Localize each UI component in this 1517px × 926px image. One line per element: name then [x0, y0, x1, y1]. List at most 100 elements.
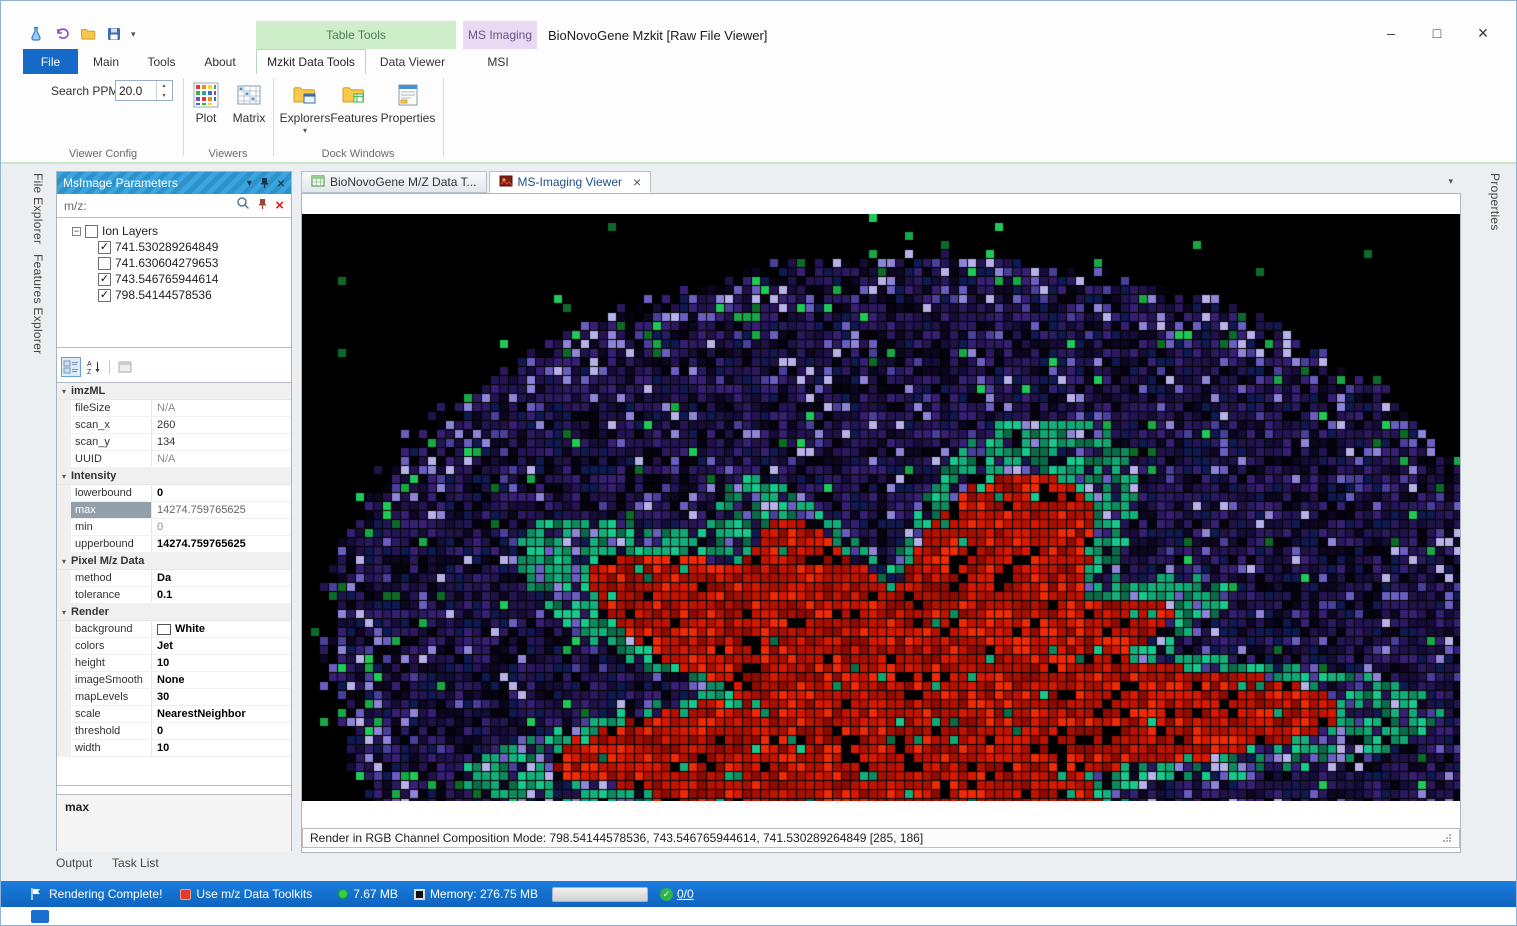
tab-overflow-icon[interactable]: ▾: [1448, 176, 1453, 187]
property-value[interactable]: 14274.759765625: [152, 536, 291, 552]
property-row[interactable]: methodDa: [57, 570, 291, 587]
matrix-button[interactable]: Matrix: [227, 82, 271, 125]
stepper-up-icon[interactable]: ▴: [157, 81, 171, 91]
collapse-icon[interactable]: ▾: [57, 472, 71, 481]
tab-ms-imaging-viewer[interactable]: MS-Imaging Viewer ×: [489, 171, 652, 193]
sidebar-tab-features-explorer[interactable]: Features Explorer: [31, 254, 45, 354]
property-value[interactable]: 0.1: [152, 587, 291, 603]
property-row[interactable]: fileSizeN/A: [57, 400, 291, 417]
qat-dropdown-icon[interactable]: ▾: [131, 29, 136, 40]
undo-icon[interactable]: [53, 26, 70, 43]
ion-layers-root-row[interactable]: − Ion Layers: [57, 223, 291, 239]
open-folder-icon[interactable]: [79, 26, 96, 43]
property-value[interactable]: 10: [152, 740, 291, 756]
property-category-row[interactable]: ▾Intensity: [57, 468, 291, 485]
ms-image-canvas[interactable]: [302, 214, 1460, 801]
property-value[interactable]: 134: [152, 434, 291, 450]
property-row[interactable]: threshold0: [57, 723, 291, 740]
pin-icon[interactable]: [259, 177, 270, 189]
property-row[interactable]: scaleNearestNeighbor: [57, 706, 291, 723]
property-row[interactable]: max14274.759765625: [57, 502, 291, 519]
property-category-row[interactable]: ▾Render: [57, 604, 291, 621]
property-value[interactable]: 0: [152, 723, 291, 739]
ion-layer-checkbox[interactable]: ✓: [98, 241, 111, 254]
search-ppm-input[interactable]: [116, 81, 156, 100]
property-row[interactable]: scan_y134: [57, 434, 291, 451]
explorers-button[interactable]: Explorers ▾: [281, 82, 329, 134]
property-value[interactable]: NearestNeighbor: [152, 706, 291, 722]
ion-layer-checkbox[interactable]: ✓: [98, 289, 111, 302]
app-logo-icon[interactable]: [27, 26, 44, 43]
property-value[interactable]: None: [152, 672, 291, 688]
alphabetical-sort-icon[interactable]: AZ: [84, 357, 104, 377]
property-value[interactable]: N/A: [152, 451, 291, 467]
property-category-row[interactable]: ▾Pixel M/z Data: [57, 553, 291, 570]
property-row[interactable]: imageSmoothNone: [57, 672, 291, 689]
sidebar-tab-properties[interactable]: Properties: [1488, 173, 1502, 231]
explorers-dropdown-icon[interactable]: ▾: [303, 128, 307, 134]
property-row[interactable]: tolerance0.1: [57, 587, 291, 604]
resize-grip-icon[interactable]: [1442, 833, 1452, 843]
property-value[interactable]: 0: [152, 485, 291, 501]
search-ppm-stepper[interactable]: ▴ ▾: [115, 80, 173, 101]
property-row[interactable]: UUIDN/A: [57, 451, 291, 468]
property-row[interactable]: scan_x260: [57, 417, 291, 434]
property-value[interactable]: Da: [152, 570, 291, 586]
clear-search-icon[interactable]: ×: [275, 199, 284, 213]
dock-tab-task-list[interactable]: Task List: [112, 856, 159, 870]
maximize-button[interactable]: □: [1414, 19, 1460, 47]
tree-expander-icon[interactable]: −: [72, 227, 81, 236]
property-row[interactable]: backgroundWhite: [57, 621, 291, 638]
ion-layer-checkbox[interactable]: ✓: [98, 273, 111, 286]
save-icon[interactable]: [105, 26, 122, 43]
tab-about[interactable]: About: [189, 49, 251, 74]
property-row[interactable]: colorsJet: [57, 638, 291, 655]
stepper-down-icon[interactable]: ▾: [157, 91, 171, 101]
property-row[interactable]: mapLevels30: [57, 689, 291, 706]
tab-msi[interactable]: MSI: [459, 49, 537, 74]
property-value[interactable]: 30: [152, 689, 291, 705]
property-row[interactable]: upperbound14274.759765625: [57, 536, 291, 553]
minimize-button[interactable]: –: [1368, 19, 1414, 47]
panel-menu-icon[interactable]: ▾: [247, 178, 252, 189]
property-row[interactable]: lowerbound0: [57, 485, 291, 502]
collapse-icon[interactable]: ▾: [57, 557, 71, 566]
panel-close-icon[interactable]: ×: [277, 175, 285, 191]
ion-layer-row[interactable]: 741.630604279653: [57, 255, 291, 271]
property-value[interactable]: Jet: [152, 638, 291, 654]
tab-data-viewer[interactable]: Data Viewer: [366, 49, 459, 74]
property-value[interactable]: 0: [152, 519, 291, 535]
panel-header[interactable]: MsImage Parameters ▾ ×: [57, 172, 291, 194]
tab-mz-data-tool[interactable]: BioNovoGene M/Z Data T...: [301, 171, 487, 193]
property-row[interactable]: min0: [57, 519, 291, 536]
property-value[interactable]: White: [152, 621, 291, 637]
property-value[interactable]: 10: [152, 655, 291, 671]
property-value[interactable]: 260: [152, 417, 291, 433]
property-value[interactable]: 14274.759765625: [152, 502, 291, 518]
ion-layer-row[interactable]: ✓741.530289264849: [57, 239, 291, 255]
collapse-icon[interactable]: ▾: [57, 387, 71, 396]
ion-layer-row[interactable]: ✓743.546765944614: [57, 271, 291, 287]
property-value[interactable]: N/A: [152, 400, 291, 416]
plot-button[interactable]: Plot: [187, 82, 225, 125]
categorized-view-icon[interactable]: [61, 357, 81, 377]
property-pages-icon[interactable]: [115, 357, 135, 377]
ion-layer-row[interactable]: ✓798.54144578536: [57, 287, 291, 303]
sidebar-tab-file-explorer[interactable]: File Explorer: [31, 173, 45, 244]
pin-search-icon[interactable]: [257, 197, 268, 215]
tasks-count-link[interactable]: 0/0: [677, 887, 694, 901]
tab-main[interactable]: Main: [78, 49, 134, 74]
property-row[interactable]: width10: [57, 740, 291, 757]
tab-mzkit-data-tools[interactable]: Mzkit Data Tools: [256, 49, 366, 74]
tab-close-icon[interactable]: ×: [633, 176, 641, 188]
property-row[interactable]: height10: [57, 655, 291, 672]
dock-tab-output[interactable]: Output: [56, 856, 92, 870]
features-button[interactable]: Features: [331, 82, 377, 125]
ion-layers-root-checkbox[interactable]: [85, 225, 98, 238]
mz-search-input[interactable]: [64, 199, 229, 213]
tab-tools[interactable]: Tools: [134, 49, 189, 74]
collapse-icon[interactable]: ▾: [57, 608, 71, 617]
properties-button[interactable]: Properties: [381, 82, 435, 125]
property-category-row[interactable]: ▾imzML: [57, 383, 291, 400]
search-icon[interactable]: [236, 196, 250, 215]
